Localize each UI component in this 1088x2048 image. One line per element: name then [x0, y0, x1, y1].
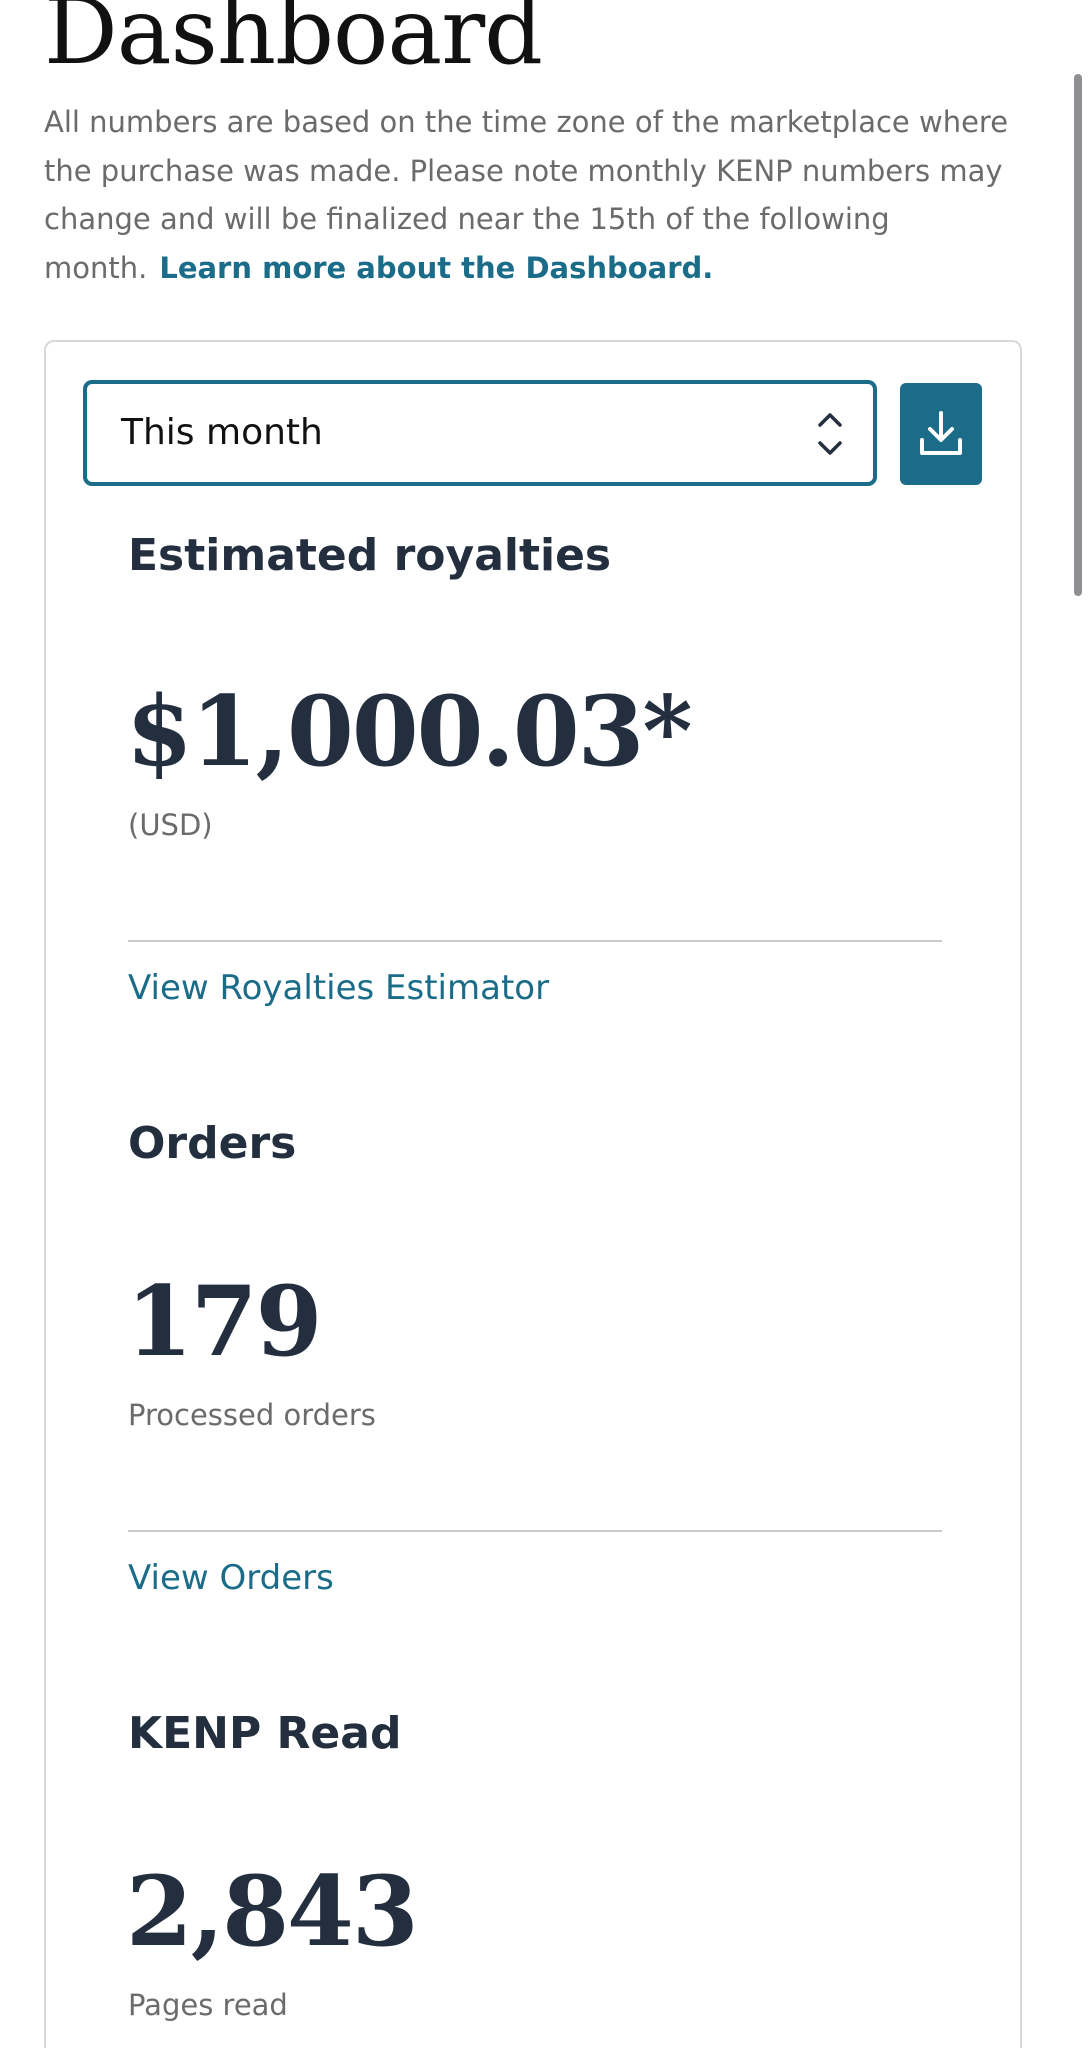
learn-more-link[interactable]: Learn more about the Dashboard. [159, 251, 713, 285]
orders-count: 179 [126, 1265, 322, 1378]
royalties-divider [128, 940, 942, 942]
view-royalties-estimator-link[interactable]: View Royalties Estimator [128, 968, 549, 1009]
kenp-heading: KENP Read [128, 1708, 402, 1759]
period-select-value: This month [121, 412, 323, 453]
orders-divider [128, 1530, 942, 1532]
royalties-amount: $1,000.03* [126, 675, 693, 788]
period-select[interactable]: This month [84, 381, 876, 485]
orders-heading: Orders [128, 1118, 297, 1169]
dashboard-card [44, 340, 1022, 2048]
royalties-heading: Estimated royalties [128, 530, 612, 581]
orders-label: Processed orders [128, 1398, 376, 1432]
page-scrollbar[interactable] [1074, 74, 1082, 596]
kenp-count: 2,843 [126, 1855, 419, 1968]
download-icon [920, 411, 962, 455]
royalties-currency: (USD) [128, 808, 213, 842]
download-button[interactable] [900, 383, 982, 485]
view-orders-link[interactable]: View Orders [128, 1558, 334, 1599]
intro-text: All numbers are based on the time zone o… [44, 98, 1024, 292]
page-title: Dashboard [44, 0, 543, 85]
kenp-label: Pages read [128, 1988, 288, 2022]
chevron-up-down-icon [818, 413, 842, 455]
